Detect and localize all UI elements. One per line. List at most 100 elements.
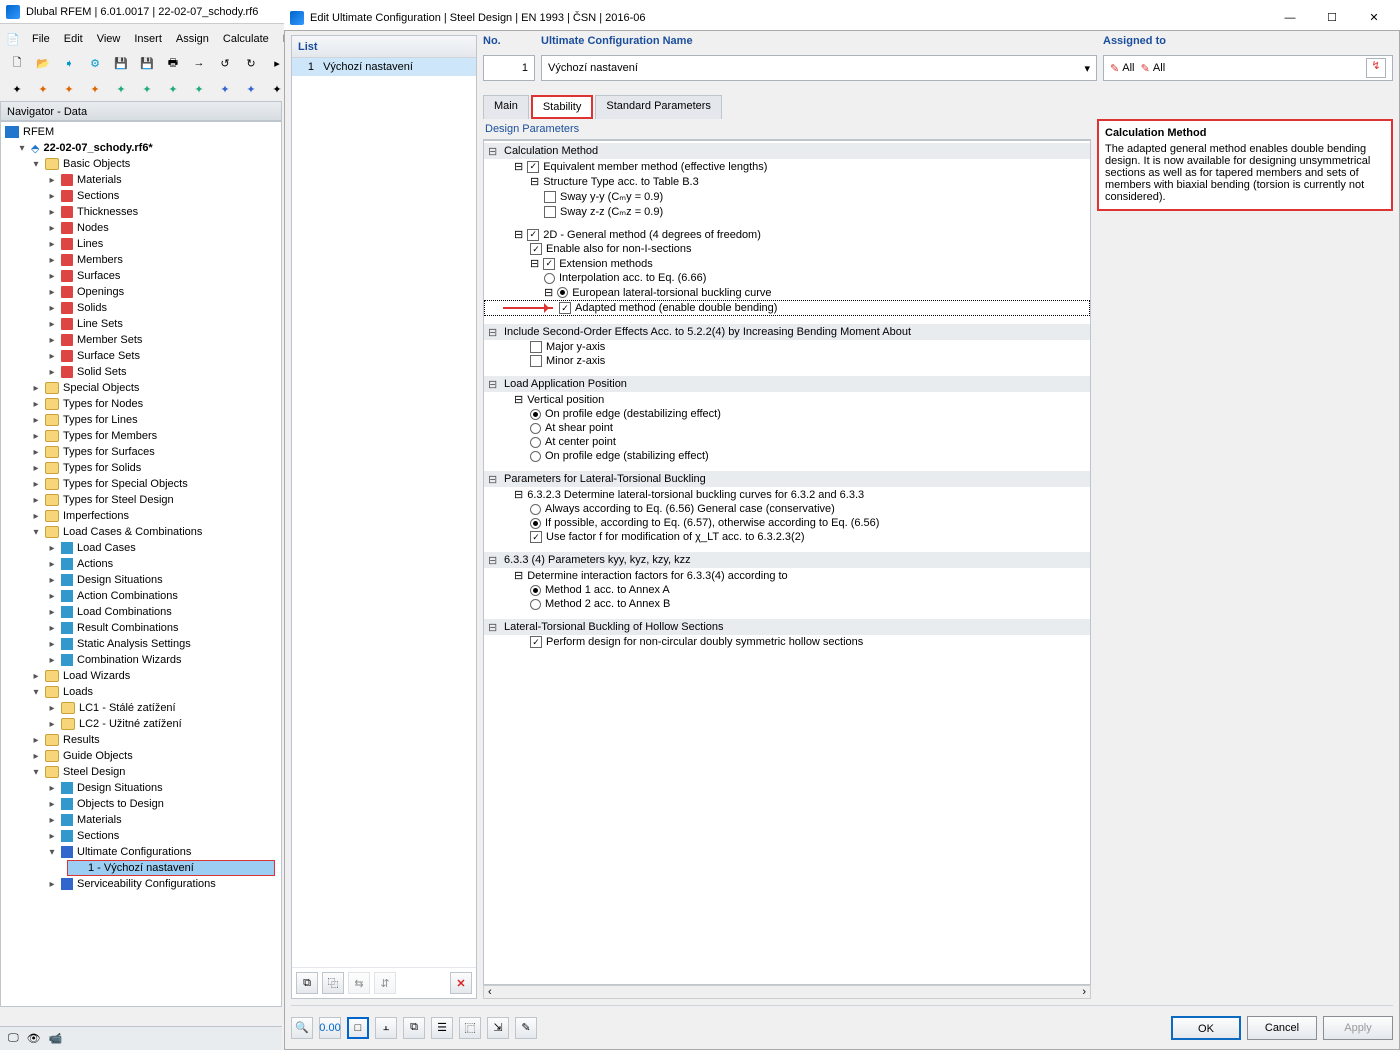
rb-interp[interactable] xyxy=(544,273,555,284)
arrow-icon[interactable]: → xyxy=(188,52,210,74)
rb-euro-ltb[interactable] xyxy=(557,287,568,298)
tree-item[interactable]: ▸Design Situations xyxy=(1,572,281,588)
tree-item[interactable]: ▸Static Analysis Settings xyxy=(1,636,281,652)
tree-item[interactable]: ▸Solids xyxy=(1,300,281,316)
t2-e[interactable]: ✦ xyxy=(110,78,132,100)
menu-insert[interactable]: Insert xyxy=(134,33,162,45)
minimize-button[interactable]: — xyxy=(1270,8,1310,28)
tree-item[interactable]: ▸LC2 - Užitné zatížení xyxy=(1,716,281,732)
cb-major-y[interactable] xyxy=(530,341,542,353)
tab-main[interactable]: Main xyxy=(483,95,529,119)
t2-h[interactable]: ✦ xyxy=(188,78,210,100)
rb-method2[interactable] xyxy=(530,599,541,610)
tab-std-params[interactable]: Standard Parameters xyxy=(595,95,722,119)
t2-g[interactable]: ✦ xyxy=(162,78,184,100)
ultimate-config-1[interactable]: 1 - Výchozí nastavení xyxy=(67,860,275,876)
tree-item[interactable]: ▸Objects to Design xyxy=(1,796,281,812)
gear-icon[interactable]: ⚙ xyxy=(84,52,106,74)
tree-item[interactable]: ▸Surface Sets xyxy=(1,348,281,364)
dropdown-icon[interactable]: ▾ xyxy=(1084,62,1090,75)
assigned-to-input[interactable]: ✎ All ✎ All ↯ xyxy=(1103,55,1393,81)
tree-branch[interactable]: ▸Special Objects xyxy=(1,380,281,396)
undo-icon[interactable]: ↺ xyxy=(214,52,236,74)
sb-eye-icon[interactable]: 👁 xyxy=(27,1032,41,1045)
sb-display-icon[interactable]: 🖵 xyxy=(8,1032,19,1045)
tree-item[interactable]: ▸Combination Wizards xyxy=(1,652,281,668)
add-button[interactable]: ⧉ xyxy=(296,972,318,994)
ok-button[interactable]: OK xyxy=(1171,1016,1241,1040)
tree-item[interactable]: ▸Load Combinations xyxy=(1,604,281,620)
tree-item[interactable]: ▸Thicknesses xyxy=(1,204,281,220)
maximize-button[interactable]: ☐ xyxy=(1312,8,1352,28)
tree-item[interactable]: ▸Sections xyxy=(1,188,281,204)
tree-branch[interactable]: ▸Types for Members xyxy=(1,428,281,444)
tree-item[interactable]: ▸Openings xyxy=(1,284,281,300)
tree-item[interactable]: ▸Members xyxy=(1,252,281,268)
cb-enable-noni[interactable] xyxy=(530,243,542,255)
cb-minor-z[interactable] xyxy=(530,355,542,367)
rb-shear[interactable] xyxy=(530,423,541,434)
tree-item[interactable]: ▸Sections xyxy=(1,828,281,844)
t2-j[interactable]: ✦ xyxy=(240,78,262,100)
cb-equiv[interactable] xyxy=(527,161,539,173)
menu-edit[interactable]: Edit xyxy=(64,33,83,45)
open-icon[interactable]: 📂 xyxy=(32,52,54,74)
redo-icon[interactable]: ↻ xyxy=(240,52,262,74)
bb-d[interactable]: ☰ xyxy=(431,1017,453,1039)
sb-cam-icon[interactable]: 📹 xyxy=(49,1032,63,1045)
tree-item[interactable]: ▸Member Sets xyxy=(1,332,281,348)
new-icon[interactable]: 🗋 xyxy=(6,52,28,74)
tree-branch[interactable]: ▸Types for Steel Design xyxy=(1,492,281,508)
cb-2d-general[interactable] xyxy=(527,229,539,241)
params-body[interactable]: Calculation Method ⊟Equivalent member me… xyxy=(483,140,1091,985)
menu-assign[interactable]: Assign xyxy=(176,33,209,45)
save-icon[interactable]: 💾 xyxy=(110,52,132,74)
tree-item[interactable]: ▸LC1 - Stálé zatížení xyxy=(1,700,281,716)
cb-adapted[interactable] xyxy=(559,302,571,314)
tree-item[interactable]: ▸Nodes xyxy=(1,220,281,236)
tree-item[interactable]: ▸Actions xyxy=(1,556,281,572)
delete-button[interactable]: ✕ xyxy=(450,972,472,994)
tree-item[interactable]: ▸Result Combinations xyxy=(1,620,281,636)
no-input[interactable]: 1 xyxy=(483,55,535,81)
tree-branch[interactable]: ▸Imperfections xyxy=(1,508,281,524)
t2-c[interactable]: ✦ xyxy=(58,78,80,100)
apply-button[interactable]: Apply xyxy=(1323,1016,1393,1040)
rb-ifposs657[interactable] xyxy=(530,518,541,529)
bb-c[interactable]: ⧉ xyxy=(403,1017,425,1039)
rb-stab[interactable] xyxy=(530,451,541,462)
cb-ext-methods[interactable] xyxy=(543,258,555,270)
close-button[interactable]: ✕ xyxy=(1354,8,1394,28)
navigator-tree[interactable]: RFEM ▾⬘22-02-07_schody.rf6* ▾Basic Objec… xyxy=(0,121,282,1007)
tree-item[interactable]: ▸Materials xyxy=(1,812,281,828)
tree-item[interactable]: ▸Design Situations xyxy=(1,780,281,796)
t2-b[interactable]: ✦ xyxy=(32,78,54,100)
tree-item[interactable]: ▸Action Combinations xyxy=(1,588,281,604)
t2-a[interactable]: ✦ xyxy=(6,78,28,100)
rb-always656[interactable] xyxy=(530,504,541,515)
db-icon[interactable]: ➧ xyxy=(58,52,80,74)
bb-f[interactable]: ⇲ xyxy=(487,1017,509,1039)
print-icon[interactable]: 🖶 xyxy=(162,52,184,74)
save2-icon[interactable]: 💾 xyxy=(136,52,158,74)
bb-g[interactable]: ✎ xyxy=(515,1017,537,1039)
bb-a[interactable]: □ xyxy=(347,1017,369,1039)
assigned-pick-button[interactable]: ↯ xyxy=(1366,58,1386,78)
units-button[interactable]: 0.00 xyxy=(319,1017,341,1039)
tab-stability[interactable]: Stability xyxy=(531,95,594,119)
tree-item[interactable]: ▸Lines xyxy=(1,236,281,252)
menu-calculate[interactable]: Calculate xyxy=(223,33,269,45)
tree-item[interactable]: ▸Materials xyxy=(1,172,281,188)
config-name-input[interactable]: Výchozí nastavení▾ xyxy=(541,55,1097,81)
bb-b[interactable]: ⫠ xyxy=(375,1017,397,1039)
tree-branch[interactable]: ▸Types for Solids xyxy=(1,460,281,476)
cb-sway-y[interactable] xyxy=(544,191,556,203)
tree-branch[interactable]: ▸Types for Lines xyxy=(1,412,281,428)
tree-branch[interactable]: ▸Types for Special Objects xyxy=(1,476,281,492)
tree-item[interactable]: ▸Solid Sets xyxy=(1,364,281,380)
copy-button[interactable]: ⿻ xyxy=(322,972,344,994)
menu-view[interactable]: View xyxy=(97,33,121,45)
search-icon[interactable]: 🔍 xyxy=(291,1017,313,1039)
menu-file[interactable]: File xyxy=(32,33,50,45)
cancel-button[interactable]: Cancel xyxy=(1247,1016,1317,1040)
